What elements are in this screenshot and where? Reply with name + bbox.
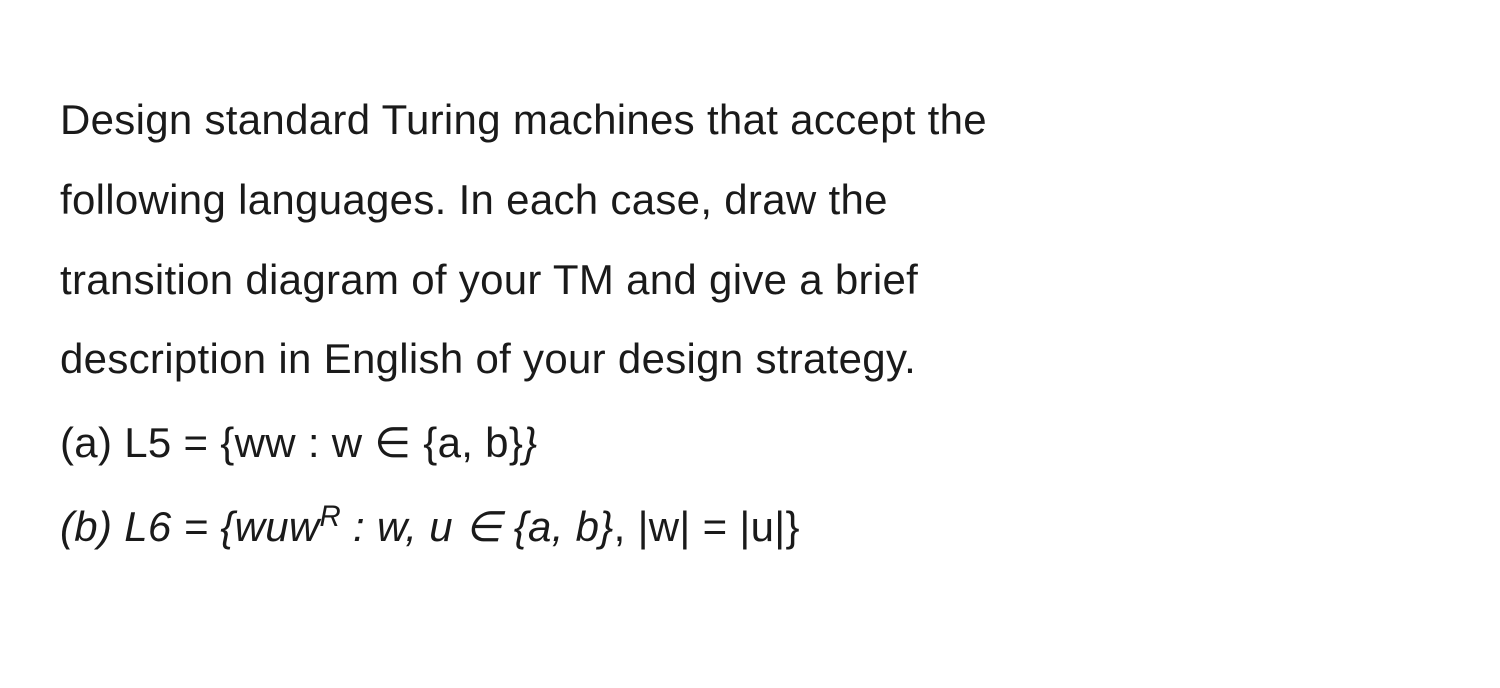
part-b-lengths: |w| = |u|} <box>638 503 800 550</box>
intro-line-1: Design standard Turing machines that acc… <box>60 80 1440 160</box>
part-b: (b) L6 = {wuwR : w, u ∈ {a, b}, |w| = |u… <box>60 487 1440 567</box>
part-b-label: (b) L6 = {wuw <box>60 503 320 550</box>
part-a-close: } <box>523 419 537 466</box>
part-b-mid: : w, u <box>341 503 465 550</box>
element-symbol: ∈ <box>374 419 411 466</box>
intro-line-4: description in English of your design st… <box>60 319 1440 399</box>
part-a: (a) L5 = {ww : w ∈ {a, b}} <box>60 403 1440 483</box>
part-a-set: {a, b} <box>411 419 523 466</box>
intro-line-3: transition diagram of your TM and give a… <box>60 240 1440 320</box>
element-symbol-2: ∈ <box>465 503 502 550</box>
problem-text: Design standard Turing machines that acc… <box>60 80 1440 567</box>
superscript-r: R <box>320 500 342 533</box>
part-b-set: {a, b} <box>502 503 614 550</box>
part-a-label: (a) L5 = {ww : w <box>60 419 374 466</box>
intro-line-2: following languages. In each case, draw … <box>60 160 1440 240</box>
part-b-comma: , <box>614 503 638 550</box>
